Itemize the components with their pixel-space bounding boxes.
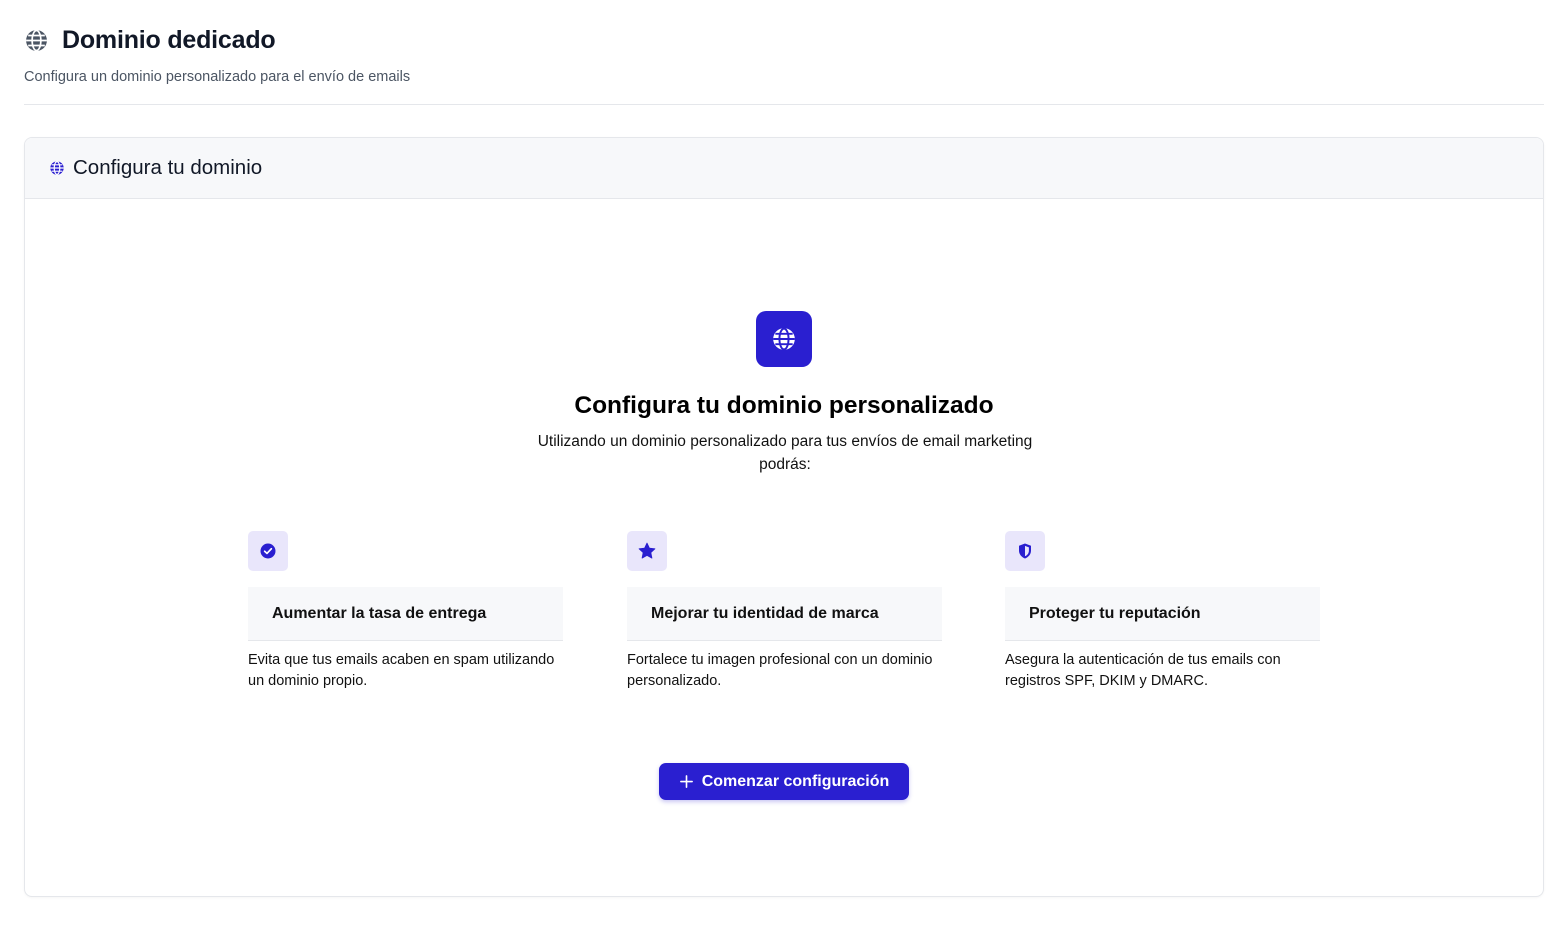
globe-icon [49,160,65,176]
shield-icon [1016,542,1034,560]
card-header: Configura tu dominio [25,138,1543,199]
page: Dominio dedicado Configura un dominio pe… [0,0,1568,935]
globe-icon [771,326,797,352]
hero-description: Utilizando un dominio personalizado para… [537,433,1033,473]
feature-title-box: Proteger tu reputación [1005,587,1320,641]
feature-title: Mejorar tu identidad de marca [651,604,879,622]
feature-description: Evita que tus emails acaben en spam util… [248,652,555,689]
star-icon [637,541,657,561]
page-title: Dominio dedicado [62,26,276,54]
title-row: Dominio dedicado [24,26,1544,55]
feature-title-box: Mejorar tu identidad de marca [627,587,942,641]
feature-description: Asegura la autenticación de tus emails c… [1005,652,1281,689]
feature-title: Proteger tu reputación [1029,604,1201,622]
domain-setup-card: Configura tu dominio Configura tu domini… [24,137,1544,897]
feature-icon-badge [248,531,288,571]
plus-icon [679,774,694,789]
card-title: Configura tu dominio [73,156,263,179]
page-subtitle: Configura un dominio personalizado para … [24,69,411,85]
hero-title: Configura tu dominio personalizado [574,392,994,419]
check-circle-icon [259,542,277,560]
feature-reputation: Proteger tu reputación Asegura la autent… [1005,531,1320,692]
feature-icon-badge [1005,531,1045,571]
page-header: Dominio dedicado Configura un dominio pe… [24,0,1544,105]
feature-description: Fortalece tu imagen profesional con un d… [627,652,933,689]
hero-globe-badge [756,311,812,367]
feature-title-box: Aumentar la tasa de entrega [248,587,563,641]
feature-title: Aumentar la tasa de entrega [272,604,487,622]
start-configuration-button[interactable]: Comenzar configuración [659,763,909,800]
globe-icon [24,28,49,53]
start-configuration-label: Comenzar configuración [701,772,890,790]
feature-icon-badge [627,531,667,571]
feature-brand-identity: Mejorar tu identidad de marca Fortalece … [627,531,942,692]
feature-delivery-rate: Aumentar la tasa de entrega Evita que tu… [248,531,563,692]
